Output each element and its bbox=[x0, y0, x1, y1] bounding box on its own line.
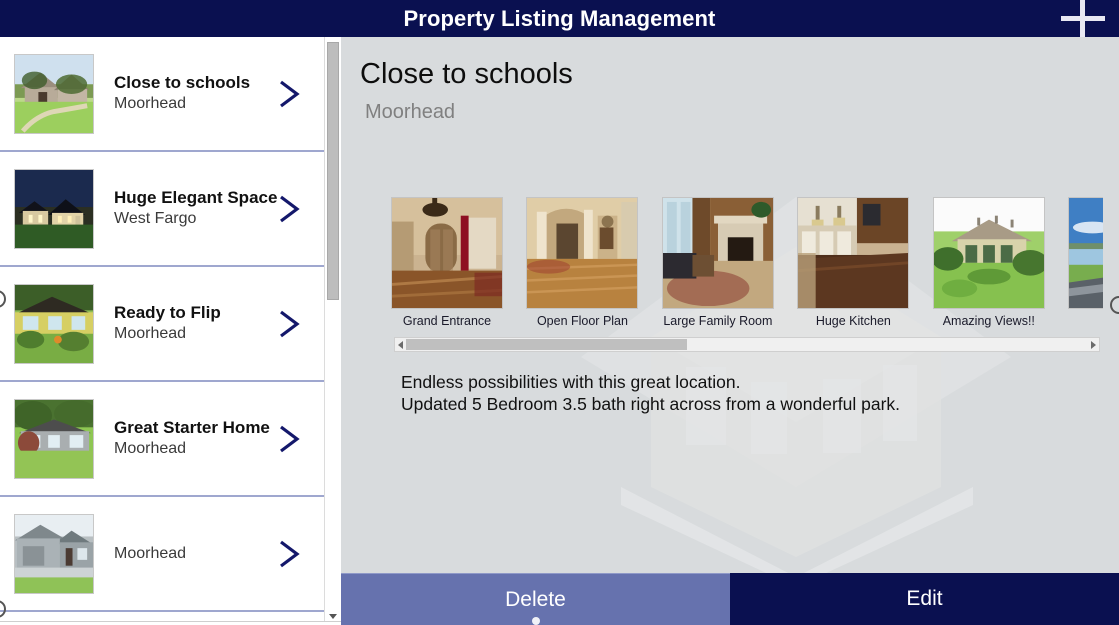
photo-caption: Grand Entrance bbox=[402, 314, 492, 328]
detail-city: Moorhead bbox=[365, 101, 456, 123]
triangle-right-icon[interactable] bbox=[1091, 341, 1096, 349]
photo-caption: Amazing Views!! bbox=[942, 314, 1035, 328]
list-item[interactable]: Great Starter Home Moorhead bbox=[0, 382, 324, 497]
list-item-city: Moorhead bbox=[114, 95, 187, 112]
detail-title: Close to schools bbox=[360, 58, 573, 90]
list-item-title: Close to schools bbox=[114, 73, 251, 92]
cursor-indicator bbox=[531, 617, 540, 625]
listing-thumbnail bbox=[14, 168, 94, 249]
list-item-city: Moorhead bbox=[114, 544, 187, 562]
gallery-photo[interactable]: Open Floor Plan bbox=[526, 197, 639, 329]
photo-thumbnail bbox=[526, 197, 639, 309]
list-item[interactable]: Close to schools Moorhead bbox=[0, 37, 324, 152]
chevron-right-icon[interactable] bbox=[268, 189, 308, 229]
photo-gallery[interactable]: Grand Entrance Open Floor Plan Large Fam… bbox=[391, 197, 1103, 352]
listing-description: Endless possibilities with this great lo… bbox=[401, 372, 901, 414]
list-item[interactable]: Moorhead bbox=[0, 497, 324, 612]
list-item[interactable]: Ready to Flip Moorhead bbox=[0, 267, 324, 382]
action-bar: Delete Edit bbox=[341, 573, 1119, 625]
triangle-down-icon[interactable] bbox=[329, 614, 337, 619]
photo-thumbnail bbox=[797, 197, 910, 309]
list-item-text: Huge Elegant Space West Fargo bbox=[114, 187, 278, 230]
delete-button[interactable]: Delete bbox=[341, 573, 730, 625]
listing-thumbnail bbox=[14, 398, 94, 479]
delete-button-label: Delete bbox=[505, 587, 566, 611]
photo-caption: Huge Kitchen bbox=[815, 314, 891, 328]
photo-thumbnail bbox=[1068, 197, 1103, 309]
chevron-right-icon[interactable] bbox=[268, 304, 308, 344]
photo-caption: Large Family Room bbox=[663, 314, 773, 328]
list-item-city: Moorhead bbox=[114, 440, 187, 457]
listing-thumbnail bbox=[14, 53, 94, 134]
photo-caption: Open Floor Plan bbox=[536, 314, 628, 328]
window-bottom-edge bbox=[0, 621, 341, 625]
page-title: Property Listing Management bbox=[403, 5, 716, 31]
app-window: Property Listing Management Close to sch… bbox=[0, 0, 1119, 625]
list-item-title: Huge Elegant Space bbox=[114, 188, 278, 207]
list-item-text: Ready to Flip Moorhead bbox=[114, 302, 268, 345]
edit-button-label: Edit bbox=[906, 587, 943, 610]
photo-gallery-strip[interactable]: Grand Entrance Open Floor Plan Large Fam… bbox=[391, 197, 1103, 335]
gallery-photo[interactable]: Large Family Room bbox=[661, 197, 774, 329]
list-item-city: Moorhead bbox=[114, 325, 187, 342]
listing-detail-panel: Close to schools Moorhead Grand Entrance… bbox=[341, 37, 1119, 573]
triangle-left-icon[interactable] bbox=[398, 341, 403, 349]
list-item-text: Great Starter Home Moorhead bbox=[114, 417, 270, 460]
list-item-city: West Fargo bbox=[114, 210, 197, 227]
gallery-scrollbar[interactable] bbox=[394, 337, 1100, 352]
photo-thumbnail bbox=[391, 197, 503, 309]
listing-thumbnail bbox=[14, 283, 94, 364]
gallery-photo[interactable] bbox=[1068, 197, 1103, 313]
sidebar-scrollbar-thumb[interactable] bbox=[327, 42, 339, 300]
gallery-photo[interactable]: Huge Kitchen bbox=[797, 197, 910, 329]
chevron-right-icon[interactable] bbox=[268, 419, 308, 459]
listing-thumbnail bbox=[14, 513, 94, 594]
add-listing-button[interactable] bbox=[1055, 0, 1111, 41]
list-item-text: Close to schools Moorhead bbox=[114, 72, 268, 115]
chevron-right-icon[interactable] bbox=[268, 74, 308, 114]
list-item-title: Great Starter Home bbox=[114, 418, 270, 437]
listing-master-list[interactable]: Close to schools Moorhead Huge Elegant S… bbox=[0, 37, 324, 625]
gallery-scrollbar-thumb[interactable] bbox=[406, 339, 687, 350]
list-item-text: Moorhead bbox=[114, 543, 268, 565]
edit-button[interactable]: Edit bbox=[730, 573, 1119, 625]
chevron-right-icon[interactable] bbox=[268, 534, 308, 574]
gallery-photo[interactable]: Amazing Views!! bbox=[932, 197, 1045, 329]
photo-thumbnail bbox=[932, 197, 1045, 309]
sidebar-scrollbar[interactable] bbox=[324, 37, 340, 625]
list-item-title: Ready to Flip bbox=[114, 303, 221, 322]
title-bar: Property Listing Management bbox=[0, 0, 1119, 41]
gallery-photo[interactable]: Grand Entrance bbox=[391, 197, 503, 329]
photo-thumbnail bbox=[661, 197, 774, 309]
list-item[interactable]: Huge Elegant Space West Fargo bbox=[0, 152, 324, 267]
